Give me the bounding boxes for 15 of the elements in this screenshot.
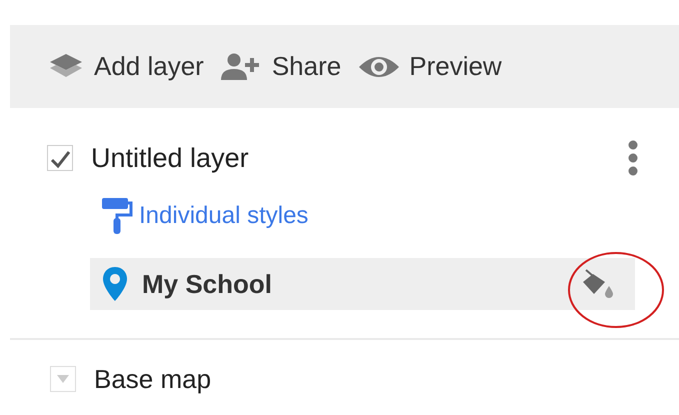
paint-roller-icon [101, 197, 133, 235]
caret-icon [56, 374, 70, 384]
feature-row[interactable]: My School [90, 258, 635, 310]
layer-name[interactable]: Untitled layer [91, 142, 627, 174]
expand-toggle[interactable] [50, 366, 76, 392]
map-pin-icon [102, 266, 128, 302]
paint-bucket-icon[interactable] [581, 268, 615, 300]
base-map-label[interactable]: Base map [94, 364, 212, 394]
layer-checkbox[interactable] [47, 145, 73, 171]
toolbar-button[interactable]: Share [220, 51, 342, 82]
more-options-icon[interactable] [627, 140, 639, 176]
toolbar-button[interactable]: Add layer [46, 51, 204, 82]
feature-name: My School [142, 268, 272, 300]
individual-styles-link[interactable]: Individual styles [139, 202, 308, 230]
toolbar-button[interactable]: Preview [357, 51, 502, 82]
